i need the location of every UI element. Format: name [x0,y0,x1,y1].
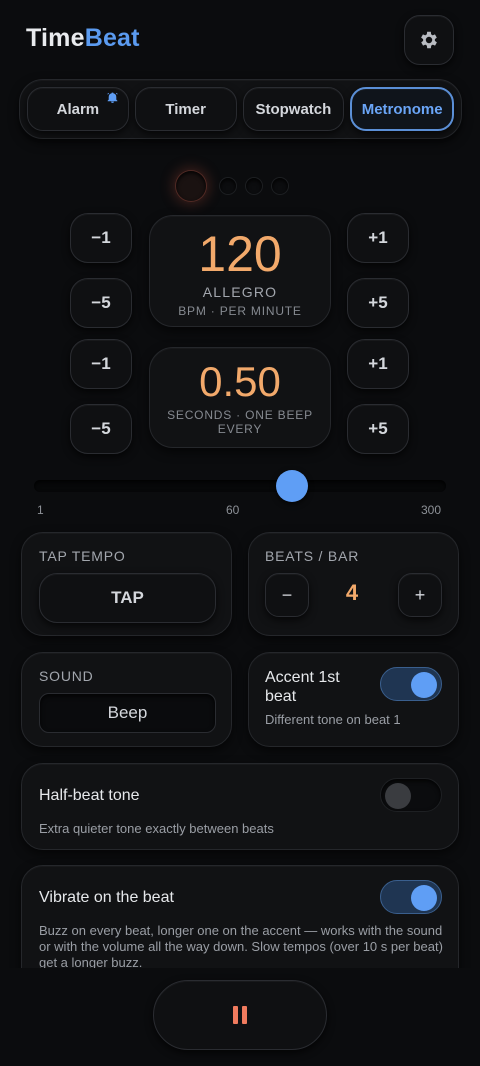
bpm-value: 120 [198,226,282,282]
tab-alarm[interactable]: Alarm [27,87,129,131]
beat-dot-3 [246,178,262,194]
tab-metronome[interactable]: Metronome [350,87,454,131]
tab-metronome-label: Metronome [361,100,443,118]
beat-dot-2 [220,178,236,194]
tab-timer[interactable]: Timer [134,87,237,131]
bpm-minus-5-button[interactable]: −5 [70,278,132,328]
bpm-minus-1-button[interactable]: −1 [70,213,132,263]
mode-tabs: Alarm Timer Stopwatch Metronome [19,79,462,139]
bpm-unit-label: BPM · PER MINUTE [178,304,302,318]
beats-per-bar-value: 4 [345,580,359,605]
app-title-part-2: Beat [84,24,140,52]
toggle-knob [411,672,437,698]
sound-label: SOUND [39,668,94,684]
vibrate-title: Vibrate on the beat [39,889,174,906]
accent-card: Accent 1st beat Different tone on beat 1 [248,652,459,747]
beats-plus-button[interactable]: + [398,573,442,617]
tap-tempo-label: TAP TEMPO [39,548,126,564]
seconds-minus-1-button[interactable]: −1 [70,339,132,389]
settings-button[interactable] [404,15,454,65]
bell-icon [107,92,118,103]
half-beat-title: Half-beat tone [39,787,140,804]
accent-title: Accent 1st beat [265,669,340,705]
app-title: TimeBeat [26,24,140,53]
bpm-plus-5-button[interactable]: +5 [347,278,409,328]
tap-tempo-card: TAP TEMPO TAP [21,532,232,636]
slider-tick-min: 1 [37,503,44,517]
slider-tick-max: 300 [421,503,442,517]
toggle-knob [385,783,411,809]
beat-dot-1 [176,171,206,201]
tab-stopwatch-label: Stopwatch [255,100,332,118]
seconds-unit-label: SECONDS · ONE BEEP EVERY [167,408,313,436]
half-beat-card: Half-beat tone Extra quieter tone exactl… [21,763,459,850]
half-beat-toggle[interactable] [380,778,442,812]
beat-indicator [176,171,288,201]
vibrate-toggle[interactable] [380,880,442,914]
beats-minus-button[interactable]: − [265,573,309,617]
seconds-value: 0.50 [199,358,281,405]
tab-alarm-label: Alarm [56,100,100,118]
half-beat-description: Extra quieter tone exactly between beats [39,821,274,836]
slider-tick-mid: 60 [226,503,240,517]
tap-button[interactable]: TAP [39,573,216,623]
bpm-plus-1-button[interactable]: +1 [347,213,409,263]
beat-dot-4 [272,178,288,194]
app-title-part-1: Time [26,24,85,52]
sound-card: SOUND Beep [21,652,232,747]
accent-toggle[interactable] [380,667,442,701]
sound-select[interactable]: Beep [39,693,216,733]
tab-stopwatch[interactable]: Stopwatch [242,87,345,131]
pause-button[interactable] [153,980,327,1050]
toggle-knob [411,885,437,911]
vibrate-description: Buzz on every beat, longer one on the ac… [39,923,443,970]
pause-icon [233,1006,247,1024]
seconds-display: 0.50 SECONDS · ONE BEEP EVERY [149,347,331,448]
bpm-display: 120 ALLEGRO BPM · PER MINUTE [149,215,331,327]
beats-per-bar-card: BEATS / BAR − 4 + [248,532,459,636]
gear-icon [421,31,437,49]
tempo-slider-thumb[interactable] [275,470,308,502]
accent-description: Different tone on beat 1 [265,712,401,727]
tempo-marking: ALLEGRO [202,284,278,300]
seconds-plus-1-button[interactable]: +1 [347,339,409,389]
tab-timer-label: Timer [165,100,206,118]
beats-per-bar-label: BEATS / BAR [265,548,360,564]
tempo-slider-track[interactable] [34,480,446,492]
seconds-minus-5-button[interactable]: −5 [70,404,132,454]
seconds-plus-5-button[interactable]: +5 [347,404,409,454]
